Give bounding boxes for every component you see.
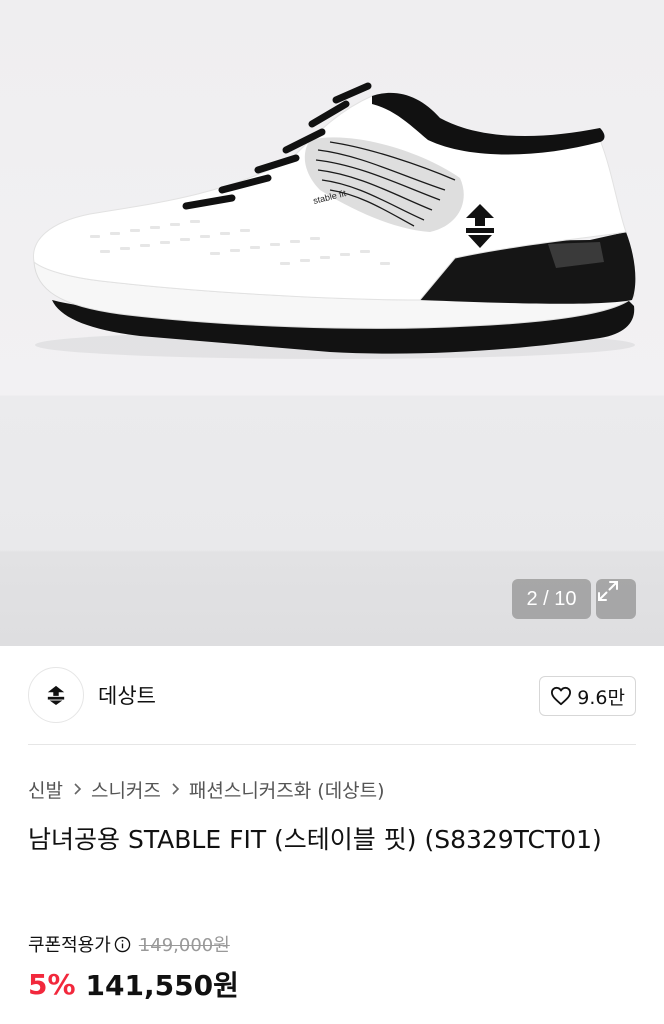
info-icon[interactable] xyxy=(114,936,131,953)
brand-logo[interactable] xyxy=(28,667,84,723)
breadcrumb-item-shoes[interactable]: 신발 xyxy=(28,776,63,803)
brand-name[interactable]: 데상트 xyxy=(98,680,156,710)
breadcrumb-item-fashion-sneakers[interactable]: 패션스니커즈화 (데상트) xyxy=(189,776,385,803)
product-image-gallery[interactable]: stable fit 2 / 10 xyxy=(0,0,664,646)
descente-logo-icon xyxy=(47,685,65,705)
coupon-price-label: 쿠폰적용가 xyxy=(28,935,111,956)
discount-rate: 5% xyxy=(28,967,76,1001)
product-image: stable fit xyxy=(33,82,636,359)
heart-icon xyxy=(551,686,572,706)
chevron-right-icon xyxy=(73,782,82,796)
final-price-row: 5% 141,550원 xyxy=(28,964,239,1004)
divider xyxy=(28,744,636,745)
breadcrumb-item-sneakers[interactable]: 스니커즈 xyxy=(91,776,161,803)
like-button[interactable]: 9.6만 xyxy=(539,676,636,716)
expand-icon xyxy=(598,581,618,601)
product-title: 남녀공용 STABLE FIT (스테이블 핏) (S8329TCT01) xyxy=(28,825,602,854)
brand-row: 데상트 9.6만 xyxy=(28,667,636,723)
image-counter: 2 / 10 xyxy=(512,579,591,619)
coupon-price-row: 쿠폰적용가 149,000원 xyxy=(28,930,230,958)
image-counter-separator: / xyxy=(537,587,555,610)
image-counter-total: 10 xyxy=(554,587,577,610)
fullscreen-button[interactable] xyxy=(596,579,636,619)
final-price: 141,550원 xyxy=(85,969,239,1002)
breadcrumb: 신발 스니커즈 패션스니커즈화 (데상트) xyxy=(28,774,385,804)
image-counter-current: 2 xyxy=(526,587,538,610)
chevron-right-icon xyxy=(171,782,180,796)
original-price: 149,000원 xyxy=(138,935,230,956)
like-count: 9.6만 xyxy=(577,686,625,709)
